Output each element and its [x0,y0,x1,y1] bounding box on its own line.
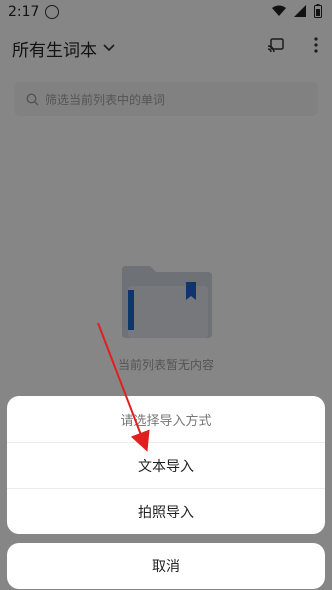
photo-import-option[interactable]: 拍照导入 [7,488,325,534]
import-method-sheet: 请选择导入方式 文本导入 拍照导入 [7,396,325,534]
cancel-button[interactable]: 取消 [7,543,325,589]
text-import-option[interactable]: 文本导入 [7,442,325,488]
sheet-title: 请选择导入方式 [120,413,212,429]
